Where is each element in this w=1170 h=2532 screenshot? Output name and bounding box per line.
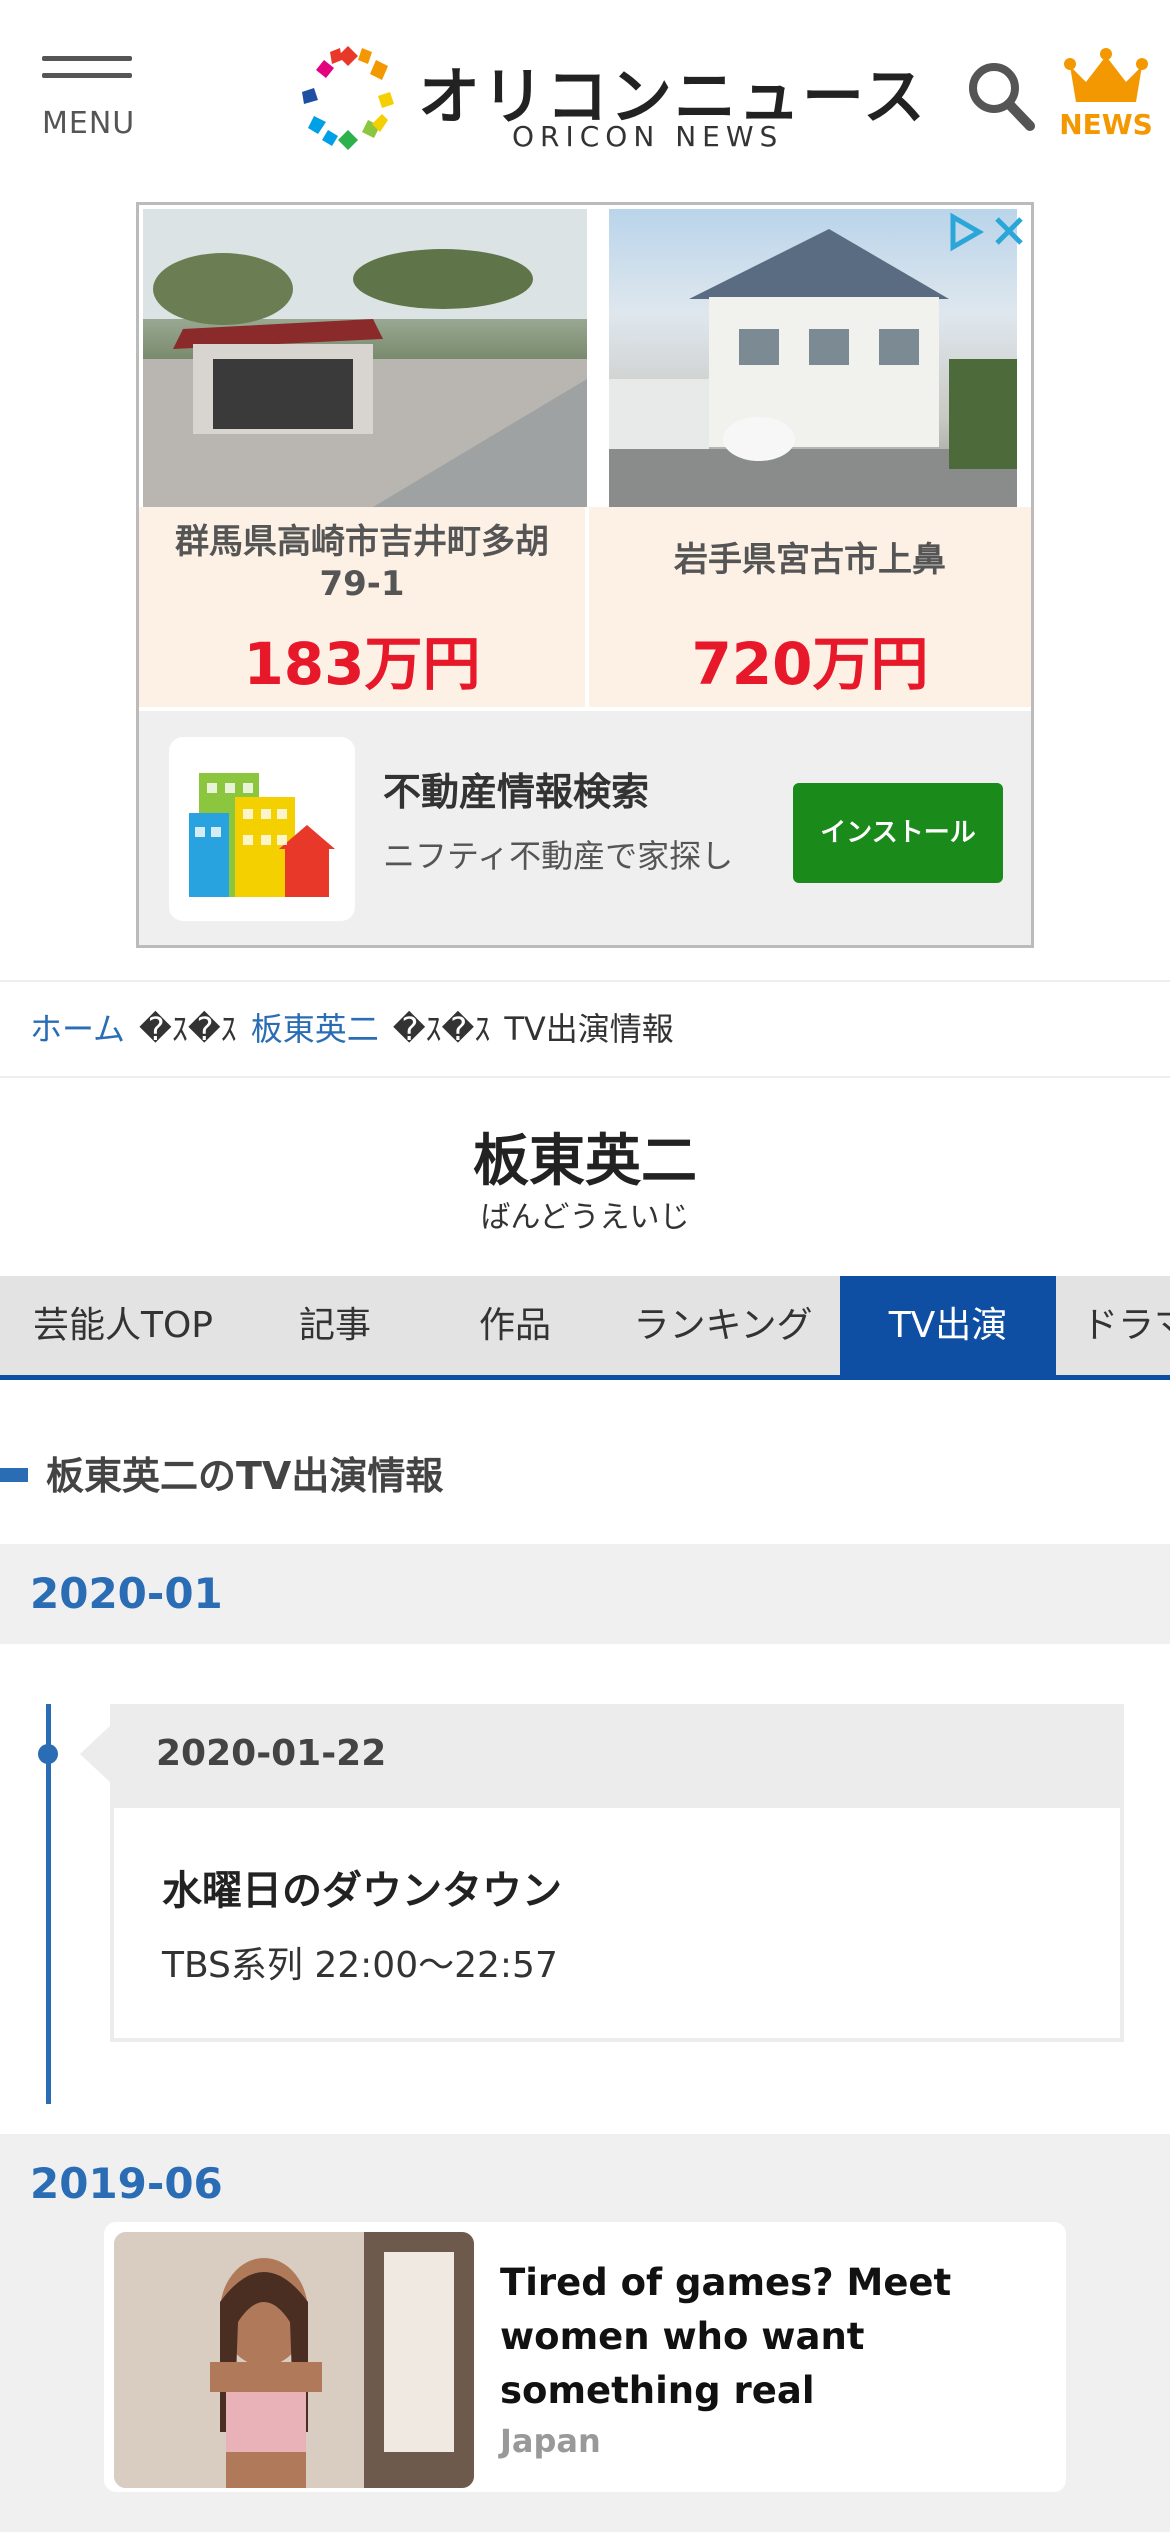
ad-listing-address: 群馬県高崎市吉井町多胡 79-1 <box>175 522 549 604</box>
talent-tabs: 芸能人TOP 記事 作品 ランキング TV出演 ドラマ <box>0 1276 1170 1380</box>
adchoices-icon[interactable] <box>937 209 1027 255</box>
ad-listing-photo[interactable] <box>143 209 587 507</box>
menu-label: MENU <box>42 106 136 141</box>
tab-drama[interactable]: ドラマ <box>1056 1276 1170 1375</box>
logo-subtitle: ORICON NEWS <box>512 120 784 153</box>
program-broadcast-info: TBS系列 22:00〜22:57 <box>162 1945 558 1986</box>
timeline-dot <box>38 1744 58 1764</box>
breadcrumb-separator: �ｽ�ｽ <box>139 1010 237 1048</box>
breadcrumb-current: TV出演情報 <box>504 1010 674 1048</box>
native-ad-source: Japan <box>500 2422 601 2460</box>
native-ad-title: Tired of games? Meet women who want some… <box>500 2261 952 2412</box>
breadcrumb-separator: �ｽ�ｽ <box>392 1010 491 1048</box>
ad-listing-info[interactable]: 岩手県宮古市上鼻 720万円 <box>589 507 1031 707</box>
site-header: MENU オリコンニュース ORICON NEWS NEWS <box>0 0 1170 196</box>
tab-works[interactable]: 作品 <box>424 1276 606 1375</box>
tab-ranking[interactable]: ランキング <box>606 1276 840 1375</box>
ad-listing-address: 岩手県宮古市上鼻 <box>674 540 946 580</box>
tab-articles[interactable]: 記事 <box>246 1276 424 1375</box>
menu-button[interactable]: MENU <box>42 56 142 146</box>
timeline-line <box>46 1704 51 2104</box>
oricon-logo[interactable]: オリコンニュース ORICON NEWS <box>296 42 925 156</box>
ad-app-banner[interactable]: 不動産情報検索 ニフティ不動産で家探し インストール <box>139 711 1031 945</box>
news-ranking-button[interactable]: NEWS <box>1058 48 1154 144</box>
date-pointer <box>80 1724 112 1784</box>
breadcrumb-home-link[interactable]: ホーム <box>30 1010 125 1048</box>
program-card[interactable]: 水曜日のダウンタウン TBS系列 22:00〜22:57 <box>110 1804 1124 2042</box>
page-title: 板東英二 <box>473 1129 697 1194</box>
news-label: NEWS <box>1059 108 1153 141</box>
garage-photo-icon <box>143 209 587 507</box>
breadcrumb-talent-link[interactable]: 板東英二 <box>251 1010 379 1048</box>
tab-tv-appearances[interactable]: TV出演 <box>840 1276 1056 1375</box>
ad-app-description: ニフティ不動産で家探し <box>383 837 734 875</box>
section-heading: 板東英二のTV出演情報 <box>0 1448 443 1504</box>
search-button[interactable] <box>966 58 1036 134</box>
ad-install-button[interactable]: インストール <box>793 783 1003 883</box>
ad-listing-price: 183万円 <box>243 630 481 698</box>
ad-app-name: 不動産情報検索 <box>383 770 650 814</box>
crown-icon <box>1064 48 1148 102</box>
breadcrumb: ホーム �ｽ�ｽ 板東英二 �ｽ�ｽ TV出演情報 <box>0 980 1170 1078</box>
month-header: 2019-06 <box>0 2134 1170 2234</box>
building-app-icon <box>169 737 355 921</box>
month-header: 2020-01 <box>0 1544 1170 1644</box>
appearance-date: 2020-01-22 <box>110 1704 1124 1804</box>
tab-talent-top[interactable]: 芸能人TOP <box>0 1276 246 1375</box>
page-title-reading: ばんどうえいじ <box>480 1200 690 1235</box>
section-heading-marker <box>0 1468 28 1482</box>
real-estate-ad[interactable]: 群馬県高崎市吉井町多胡 79-1 183万円 岩手県宮古市上鼻 720万円 不動 <box>136 202 1034 948</box>
person-photo-icon <box>114 2232 474 2488</box>
oricon-logo-mark-icon <box>302 46 394 150</box>
ad-listing-info[interactable]: 群馬県高崎市吉井町多胡 79-1 183万円 <box>139 507 585 707</box>
native-ad-card[interactable]: Tired of games? Meet women who want some… <box>104 2222 1066 2492</box>
native-ad-image[interactable] <box>114 2232 474 2488</box>
ad-listing-price: 720万円 <box>691 630 929 698</box>
hamburger-icon <box>42 56 142 78</box>
search-icon <box>969 63 1035 131</box>
section-heading-text: 板東英二のTV出演情報 <box>46 1454 444 1498</box>
program-title: 水曜日のダウンタウン <box>162 1868 562 1914</box>
